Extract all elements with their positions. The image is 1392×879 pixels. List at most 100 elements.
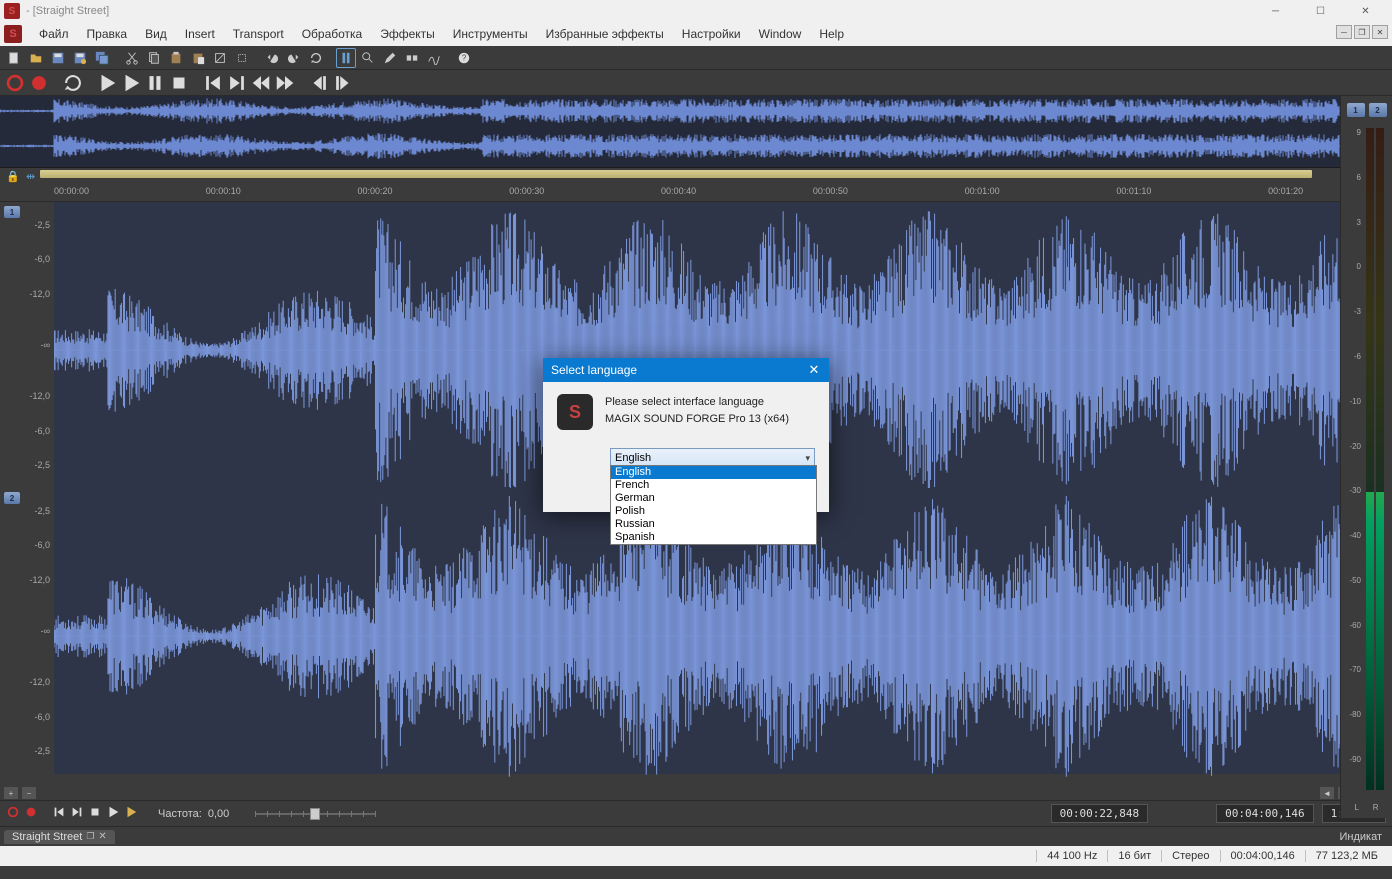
status-filesize: 77 123,2 МБ	[1305, 850, 1388, 862]
marker-next-icon[interactable]	[332, 72, 354, 94]
language-option-german[interactable]: German	[611, 492, 816, 505]
lower-record-arm-icon[interactable]	[6, 805, 20, 822]
ruler-tick: 00:01:00	[965, 186, 1000, 196]
lower-play-icon[interactable]	[106, 805, 120, 822]
help-bubble-icon[interactable]: ?	[454, 48, 474, 68]
menu-transport[interactable]: Transport	[224, 22, 293, 46]
undo-icon[interactable]	[262, 48, 282, 68]
dialog-line1: Please select interface language	[605, 394, 789, 411]
dialog-close-button[interactable]: ✕	[799, 358, 829, 382]
lower-play-loop-icon[interactable]	[124, 805, 138, 822]
loop-icon[interactable]	[62, 72, 84, 94]
menubar: Файл Правка Вид Insert Transport Обработ…	[0, 22, 1392, 46]
meter-ch-2[interactable]: 2	[1369, 103, 1387, 117]
menu-effects[interactable]: Эффекты	[371, 22, 444, 46]
play-all-icon[interactable]	[120, 72, 142, 94]
tool-magnify-icon[interactable]	[358, 48, 378, 68]
lower-record-icon[interactable]	[24, 805, 38, 822]
paste-icon[interactable]	[166, 48, 186, 68]
record-icon[interactable]	[28, 72, 50, 94]
marker-prev-icon[interactable]	[308, 72, 330, 94]
window-title: - [Straight Street]	[26, 5, 109, 17]
h-scrollbar[interactable]	[42, 788, 1314, 798]
mdi-restore[interactable]: ❐	[1354, 25, 1370, 39]
playback-rate-slider[interactable]	[255, 807, 375, 821]
lock-icon[interactable]: 🔒	[6, 170, 20, 183]
meter-ch-1[interactable]: 1	[1347, 103, 1365, 117]
repeat-icon[interactable]	[306, 48, 326, 68]
zoom-in-v[interactable]: +	[4, 787, 18, 799]
snap-icon[interactable]: ⇹	[26, 170, 35, 183]
mdi-close[interactable]: ✕	[1372, 25, 1388, 39]
play-icon[interactable]	[96, 72, 118, 94]
language-option-polish[interactable]: Polish	[611, 505, 816, 518]
lower-go-end-icon[interactable]	[70, 805, 84, 822]
tool-edit-icon[interactable]	[336, 48, 356, 68]
menu-tools[interactable]: Инструменты	[444, 22, 537, 46]
mdi-minimize[interactable]: ─	[1336, 25, 1352, 39]
time-ruler[interactable]: 00:00:0000:00:1000:00:2000:00:3000:00:40…	[0, 186, 1392, 202]
language-option-french[interactable]: French	[611, 479, 816, 492]
ruler-tick: 00:01:20	[1268, 186, 1303, 196]
tool-pencil-icon[interactable]	[380, 48, 400, 68]
timeline-strip[interactable]: 🔒 ⇹	[0, 168, 1392, 186]
selection-bar[interactable]	[40, 170, 1312, 178]
lower-stop-icon[interactable]	[88, 805, 102, 822]
menu-help[interactable]: Help	[810, 22, 853, 46]
open-file-icon[interactable]	[26, 48, 46, 68]
lower-go-start-icon[interactable]	[52, 805, 66, 822]
dialog-titlebar[interactable]: Select language ✕	[543, 358, 829, 382]
redo-icon[interactable]	[284, 48, 304, 68]
cut-icon[interactable]	[122, 48, 142, 68]
save-icon[interactable]	[48, 48, 68, 68]
ruler-tick: 00:00:20	[358, 186, 393, 196]
menu-settings[interactable]: Настройки	[673, 22, 750, 46]
menu-process[interactable]: Обработка	[293, 22, 372, 46]
record-arm-icon[interactable]	[4, 72, 26, 94]
menu-file[interactable]: Файл	[30, 22, 78, 46]
channel-badge-1[interactable]: 1	[4, 206, 20, 218]
tab-straight-street[interactable]: Straight Street ❐ ✕	[4, 830, 115, 844]
tool-envelope-icon[interactable]	[424, 48, 444, 68]
copy-icon[interactable]	[144, 48, 164, 68]
language-option-spanish[interactable]: Spanish	[611, 531, 816, 544]
stop-icon[interactable]	[168, 72, 190, 94]
trim-icon[interactable]	[232, 48, 252, 68]
status-bitdepth: 16 бит	[1107, 850, 1161, 862]
close-button[interactable]: ✕	[1343, 0, 1388, 22]
language-option-russian[interactable]: Russian	[611, 518, 816, 531]
save-all-icon[interactable]	[92, 48, 112, 68]
meter-tick: -80	[1349, 710, 1361, 719]
new-file-icon[interactable]	[4, 48, 24, 68]
go-end-icon[interactable]	[226, 72, 248, 94]
go-start-icon[interactable]	[202, 72, 224, 94]
zoom-out-v[interactable]: −	[22, 787, 36, 799]
maximize-button[interactable]: ☐	[1298, 0, 1343, 22]
language-option-english[interactable]: English	[611, 466, 816, 479]
db-label: -2,5	[34, 506, 50, 516]
menu-window[interactable]: Window	[750, 22, 811, 46]
db-label: -6,0	[34, 254, 50, 264]
tab-restore-icon[interactable]: ❐	[86, 831, 94, 842]
mix-icon[interactable]	[210, 48, 230, 68]
menu-view[interactable]: Вид	[136, 22, 176, 46]
total-time[interactable]: 00:04:00,146	[1216, 804, 1313, 823]
rewind-icon[interactable]	[250, 72, 272, 94]
language-dropdown[interactable]: EnglishFrenchGermanPolishRussianSpanish	[610, 465, 817, 545]
pause-icon[interactable]	[144, 72, 166, 94]
channel-badge-2[interactable]: 2	[4, 492, 20, 504]
save-as-icon[interactable]	[70, 48, 90, 68]
indicator-label[interactable]: Индикат	[1339, 831, 1388, 843]
tab-close-icon[interactable]: ✕	[98, 831, 106, 842]
menu-edit[interactable]: Правка	[78, 22, 137, 46]
menu-fav-effects[interactable]: Избранные эффекты	[537, 22, 673, 46]
minimize-button[interactable]: ─	[1253, 0, 1298, 22]
tool-event-icon[interactable]	[402, 48, 422, 68]
forward-icon[interactable]	[274, 72, 296, 94]
cursor-time[interactable]: 00:00:22,848	[1051, 804, 1148, 823]
scroll-left[interactable]: ◄	[1320, 787, 1334, 799]
menu-insert[interactable]: Insert	[176, 22, 224, 46]
app-menu-icon[interactable]	[4, 25, 22, 43]
paste-special-icon[interactable]	[188, 48, 208, 68]
waveform-overview[interactable]	[0, 96, 1392, 168]
